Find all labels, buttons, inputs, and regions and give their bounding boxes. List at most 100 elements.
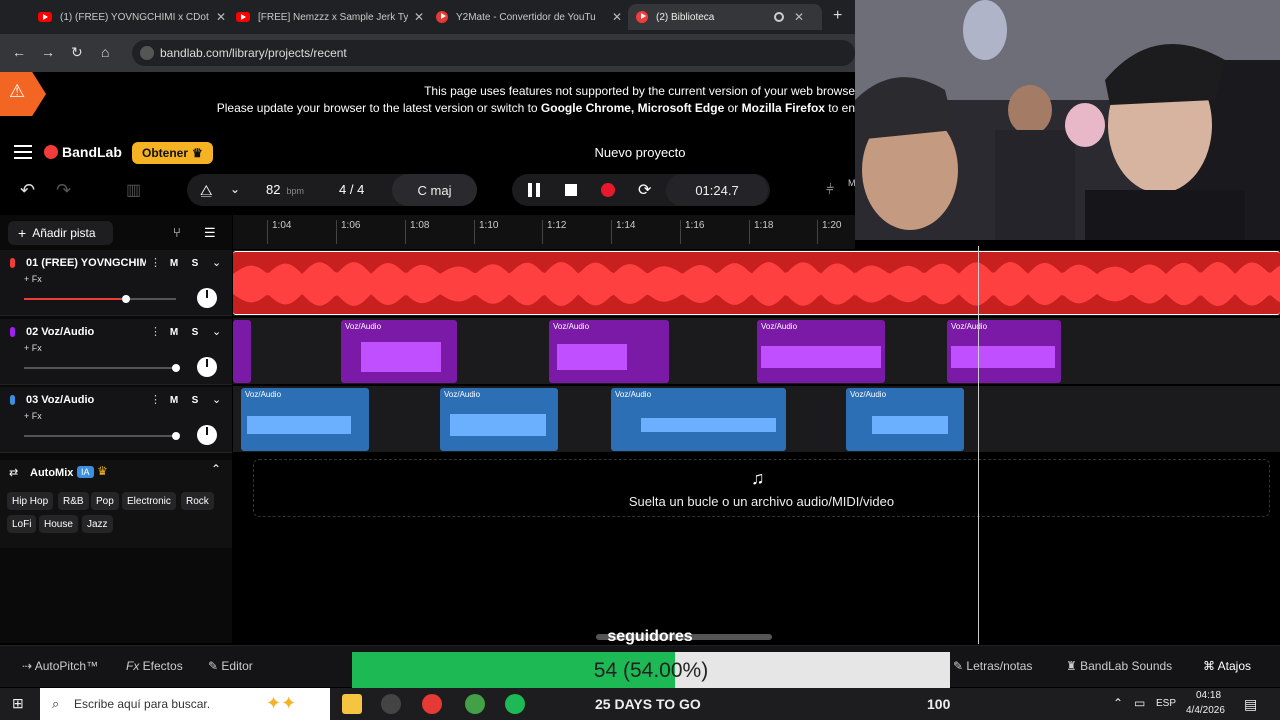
home-icon[interactable]: ⌂ [101,44,109,60]
volume-slider[interactable] [24,364,180,372]
track-name[interactable]: 02 Voz/Audio [26,326,146,338]
genre-chip[interactable]: R&B [58,492,89,510]
close-icon[interactable]: ✕ [414,10,424,24]
audio-clip[interactable]: Voz/Audio [611,388,786,451]
time-signature[interactable]: 4 / 4 [339,182,364,197]
language-indicator[interactable]: ESP [1156,698,1176,709]
track-name[interactable]: 03 Voz/Audio [26,394,146,406]
pan-knob[interactable] [197,425,217,445]
audio-clip[interactable]: Voz/Audio [846,388,964,451]
clock-date[interactable]: 4/4/2026 [1186,705,1225,716]
audio-clip[interactable]: Voz/Audio [440,388,558,451]
volume-handle[interactable] [172,432,180,440]
track-header[interactable]: 03 Voz/Audio ⋮ M S ⌄ + Fx [0,387,232,453]
new-tab-button[interactable]: + [833,7,842,25]
obtener-button[interactable]: Obtener ♛ [132,142,213,164]
drop-zone[interactable]: ♫ Suelta un bucle o un archivo audio/MID… [253,459,1270,517]
chevron-up-icon[interactable]: ⌃ [211,462,221,476]
url-bar[interactable]: bandlab.com/library/projects/recent [132,40,855,66]
add-fx-button[interactable]: + Fx [24,343,42,353]
notifications-icon[interactable]: ▤ [1244,696,1257,713]
back-icon[interactable]: ← [12,44,26,60]
chevron-down-icon[interactable]: ⌄ [212,325,221,338]
genre-chip[interactable]: Pop [91,492,119,510]
chevron-up-icon[interactable]: ⌃ [1113,696,1123,710]
key-selector[interactable]: C maj [392,174,477,206]
effects-button[interactable]: Fx Efectos [126,659,183,673]
pan-knob[interactable] [197,288,217,308]
network-icon[interactable]: ▭ [1134,696,1145,710]
chrome-icon[interactable] [465,694,485,714]
audio-clip[interactable]: Voz/Audio [341,320,457,383]
volume-slider[interactable] [24,295,176,303]
editor-button[interactable]: ✎ Editor [208,659,253,673]
pan-knob[interactable] [197,357,217,377]
mute-button[interactable]: M [165,392,183,408]
add-fx-button[interactable]: + Fx [24,274,42,284]
track-lane[interactable]: Voz/Audio Voz/Audio Voz/Audio Voz/Audio [233,386,1280,452]
undo-icon[interactable]: ↶ [20,180,35,201]
genre-chip[interactable]: House [39,515,78,533]
solo-button[interactable]: S [186,392,204,408]
project-title[interactable]: Nuevo proyecto [520,145,760,160]
genre-chip[interactable]: LoFi [7,515,37,533]
audio-clip[interactable]: Voz/Audio [757,320,885,383]
volume-handle[interactable] [172,364,180,372]
bpm-field[interactable]: 82 bpm [266,182,304,197]
shortcuts-button[interactable]: ⌘ Atajos [1203,659,1251,673]
taskbar-search[interactable]: ⌕ Escribe aquí para buscar. ✦✦ [40,688,330,720]
add-track-button[interactable]: + Añadir pista [8,221,113,245]
clock-time[interactable]: 04:18 [1196,690,1221,701]
genre-chip[interactable]: Jazz [82,515,113,533]
chevron-down-icon[interactable]: ⌄ [230,182,240,196]
track-name[interactable]: 01 (FREE) YOVNGCHIMI x CD [26,257,146,269]
redo-icon[interactable]: ↷ [56,180,71,201]
windows-start-icon[interactable]: ⊞ [12,695,24,712]
chevron-down-icon[interactable]: ⌄ [212,256,221,269]
audio-clip[interactable]: Voz/Audio [549,320,669,383]
more-icon[interactable]: ⋮ [150,393,161,406]
bandlab-logo[interactable]: BandLab [44,144,122,160]
file-explorer-icon[interactable] [342,694,362,714]
obs-icon[interactable] [381,694,401,714]
close-icon[interactable]: ✕ [794,10,804,24]
piano-icon[interactable]: ▥ [126,180,141,200]
browser-tab[interactable]: [FREE] Nemzzz x Sample Jerk Ty ✕ [228,4,432,30]
track-header[interactable]: 02 Voz/Audio ⋮ M S ⌄ + Fx [0,319,232,385]
tuning-fork-icon[interactable]: ⑂ [173,225,181,240]
pause-button[interactable] [528,183,540,197]
volume-slider[interactable] [24,432,180,440]
reload-icon[interactable]: ↻ [71,44,83,61]
chrome-icon[interactable] [422,694,442,714]
lyrics-button[interactable]: ✎ Letras/notas [953,659,1032,673]
playhead[interactable] [978,246,979,644]
mixer-icon[interactable]: ⫩ [826,181,834,198]
browser-tab[interactable]: Y2Mate - Convertidor de YouTu ✕ [428,4,630,30]
settings-sliders-icon[interactable]: ☰ [204,225,216,241]
close-icon[interactable]: ✕ [612,10,622,24]
browser-tab-active[interactable]: (2) Biblioteca ✕ [628,4,822,30]
loop-icon[interactable]: ⟳ [638,180,651,200]
solo-button[interactable]: S [186,324,204,340]
audio-clip[interactable]: Voz/Audio [241,388,369,451]
genre-chip[interactable]: Rock [181,492,214,510]
volume-handle[interactable] [122,295,130,303]
autopitch-button[interactable]: ⇢ AutoPitch™ [22,659,98,673]
more-icon[interactable]: ⋮ [150,256,161,269]
menu-icon[interactable] [14,145,32,159]
forward-icon[interactable]: → [41,44,55,60]
mute-button[interactable]: M [165,324,183,340]
genre-chip[interactable]: Hip Hop [7,492,54,510]
audio-clip[interactable]: Voz/Audio [947,320,1061,383]
audio-clip[interactable] [233,320,251,383]
bandlab-sounds-button[interactable]: ♜ BandLab Sounds [1066,659,1172,673]
timeline-ruler[interactable]: 1:04 1:06 1:08 1:10 1:12 1:14 1:16 1:18 … [233,215,855,249]
track-lane[interactable] [233,250,1280,316]
track-header[interactable]: 01 (FREE) YOVNGCHIMI x CD ⋮ M S ⌄ + Fx [0,250,232,316]
more-icon[interactable]: ⋮ [150,325,161,338]
mute-button[interactable]: M [165,255,183,271]
solo-button[interactable]: S [186,255,204,271]
audio-clip[interactable] [233,251,1280,315]
browser-tab[interactable]: (1) (FREE) YOVNGCHIMI x CDot ✕ [30,4,234,30]
site-info-icon[interactable] [140,46,154,60]
